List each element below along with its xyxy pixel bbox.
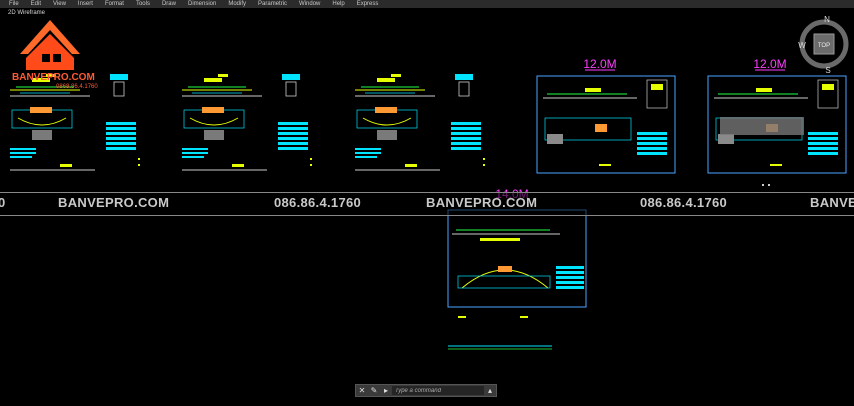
viewcube-top: TOP xyxy=(818,43,830,49)
watermark-phone-2: 086.86.4.1760 xyxy=(640,195,728,210)
drawing-panel-2 xyxy=(181,73,313,171)
command-line: ✕ ✎ ▸ ▴ xyxy=(355,384,497,397)
watermark-site-2: BANVEPRO.COM xyxy=(426,195,538,210)
viewcube[interactable]: TOP N W S xyxy=(798,14,850,76)
chevron-up-icon[interactable]: ▴ xyxy=(484,385,496,396)
command-prompt-icon[interactable]: ▸ xyxy=(380,385,392,396)
sheet-title-2: 12.0M xyxy=(753,57,786,71)
compass-n: N xyxy=(824,15,830,24)
watermark-phone-1: 086.86.4.1760 xyxy=(274,195,362,210)
compass-w: W xyxy=(798,41,806,50)
watermark-site-1: BANVEPRO.COM xyxy=(58,195,170,210)
compass-s: S xyxy=(825,66,830,75)
command-input[interactable] xyxy=(392,386,484,395)
drawing-sheet-1 xyxy=(536,75,676,174)
close-icon[interactable]: ✕ xyxy=(356,385,368,396)
wrench-icon[interactable]: ✎ xyxy=(368,385,380,396)
watermark-edge-left: 0 xyxy=(0,195,6,210)
logo-phone-text: 0868.86.4.1760 xyxy=(56,84,98,90)
watermark-edge-right: BANVE xyxy=(810,195,854,210)
drawing-panel-3 xyxy=(354,73,486,171)
sheet-title-1: 12.0M xyxy=(583,57,616,71)
house-logo-icon xyxy=(20,20,80,70)
logo-brand-text: BANVEPRO.COM xyxy=(12,72,95,83)
drawing-sheet-3 xyxy=(447,209,587,350)
brand-logo: BANVEPRO.COM 0868.86.4.1760 xyxy=(12,14,102,92)
